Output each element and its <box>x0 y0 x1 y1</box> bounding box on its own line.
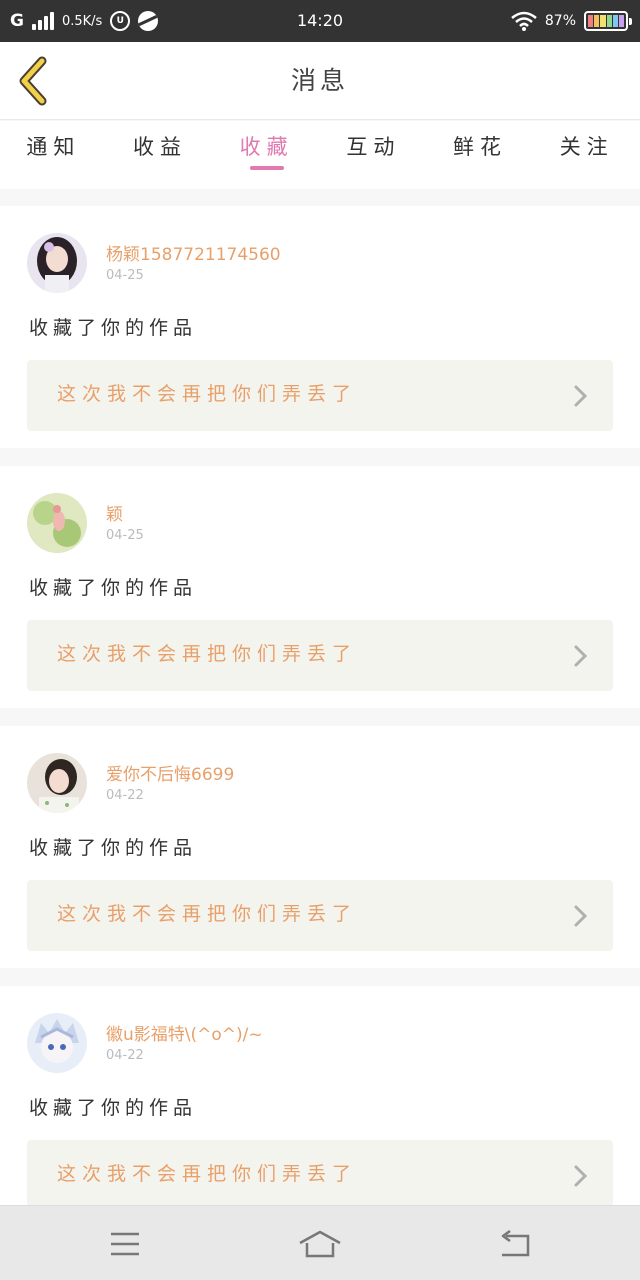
wifi-icon <box>511 11 537 31</box>
work-title: 这次我不会再把你们弄丢了 <box>57 903 358 925</box>
menu-icon <box>111 1232 139 1255</box>
tab-bar: 通知 收益 收藏 互动 鲜花 关注 <box>0 121 640 189</box>
chevron-right-icon <box>574 1165 588 1187</box>
back-button[interactable] <box>455 1206 575 1280</box>
system-nav-bar <box>0 1205 640 1280</box>
tab-label: 收藏 <box>239 135 294 159</box>
tab-label: 通知 <box>26 135 81 159</box>
battery-percent: 87% <box>544 13 576 29</box>
avatar[interactable] <box>27 753 87 813</box>
tab-favorites[interactable]: 收藏 <box>213 121 320 189</box>
home-icon <box>299 1230 341 1257</box>
timestamp: 04-22 <box>106 1048 144 1063</box>
tab-following[interactable]: 关注 <box>533 121 640 189</box>
status-bar: G 0.5K/s U 14:20 87% <box>0 0 640 42</box>
chevron-right-icon <box>574 385 588 407</box>
header: 消息 <box>0 42 640 120</box>
list-item: 爱你不后悔6699 04-22 收藏了你的作品 这次我不会再把你们弄丢了 <box>0 726 640 968</box>
avatar[interactable] <box>27 1013 87 1073</box>
timestamp: 04-25 <box>106 268 144 283</box>
username[interactable]: 杨颖1587721174560 <box>106 240 281 265</box>
username[interactable]: 颖 <box>106 500 123 525</box>
action-text: 收藏了你的作品 <box>29 317 198 339</box>
list-item: 杨颖1587721174560 04-25 收藏了你的作品 这次我不会再把你们弄… <box>0 206 640 448</box>
home-button[interactable] <box>260 1206 380 1280</box>
battery-icon <box>584 11 632 31</box>
tab-label: 鲜花 <box>453 135 508 159</box>
work-link[interactable]: 这次我不会再把你们弄丢了 <box>27 620 613 691</box>
username[interactable]: 爱你不后悔6699 <box>106 760 234 785</box>
timestamp: 04-22 <box>106 788 144 803</box>
tab-label: 收益 <box>133 135 187 159</box>
work-link[interactable]: 这次我不会再把你们弄丢了 <box>27 360 613 431</box>
tab-notifications[interactable]: 通知 <box>0 121 107 189</box>
active-tab-indicator <box>249 166 284 170</box>
avatar[interactable] <box>27 233 87 293</box>
menu-button[interactable] <box>65 1206 185 1280</box>
chevron-right-icon <box>574 905 588 927</box>
timestamp: 04-25 <box>106 528 144 543</box>
chevron-right-icon <box>574 645 588 667</box>
work-link[interactable]: 这次我不会再把你们弄丢了 <box>27 1140 613 1211</box>
tab-interactions[interactable]: 互动 <box>320 121 427 189</box>
work-title: 这次我不会再把你们弄丢了 <box>57 643 358 665</box>
page-title: 消息 <box>290 66 349 95</box>
tab-flowers[interactable]: 鲜花 <box>427 121 534 189</box>
tab-earnings[interactable]: 收益 <box>107 121 214 189</box>
action-text: 收藏了你的作品 <box>29 577 198 599</box>
back-icon <box>501 1229 530 1256</box>
username[interactable]: 徽u影福特\(^o^)/~ <box>106 1020 263 1045</box>
work-title: 这次我不会再把你们弄丢了 <box>57 1163 358 1185</box>
work-title: 这次我不会再把你们弄丢了 <box>57 383 358 405</box>
list-item: 徽u影福特\(^o^)/~ 04-22 收藏了你的作品 这次我不会再把你们弄丢了 <box>0 986 640 1228</box>
tab-label: 互动 <box>346 135 401 159</box>
status-right: 87% <box>511 0 632 42</box>
work-link[interactable]: 这次我不会再把你们弄丢了 <box>27 880 613 951</box>
avatar[interactable] <box>27 493 87 553</box>
action-text: 收藏了你的作品 <box>29 837 198 859</box>
tab-label: 关注 <box>559 135 614 159</box>
favorites-feed: 杨颖1587721174560 04-25 收藏了你的作品 这次我不会再把你们弄… <box>0 206 640 1246</box>
action-text: 收藏了你的作品 <box>29 1097 198 1119</box>
list-item: 颖 04-25 收藏了你的作品 这次我不会再把你们弄丢了 <box>0 466 640 708</box>
